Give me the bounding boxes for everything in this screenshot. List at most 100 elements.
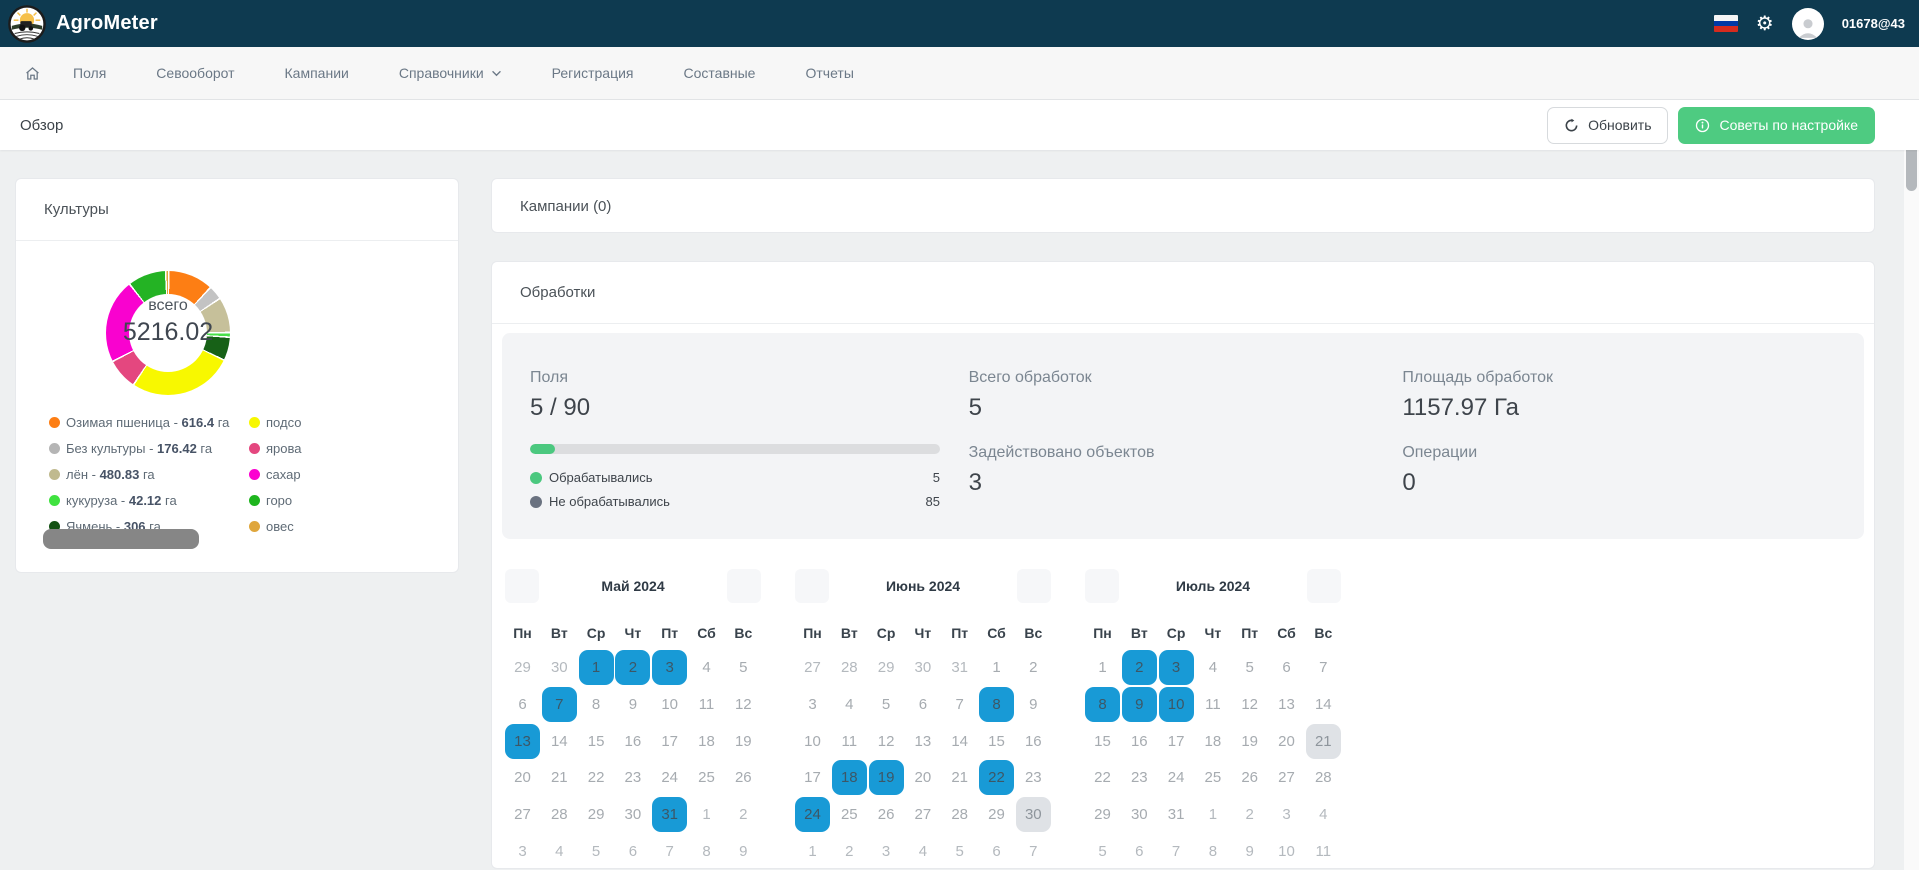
calendar-day[interactable]: 12 [869,724,904,759]
calendar-day[interactable]: 18 [1195,724,1230,759]
calendar-day[interactable]: 9 [726,834,761,869]
calendar-day[interactable]: 28 [942,797,977,832]
calendar-day[interactable]: 16 [1122,724,1157,759]
calendar-day[interactable]: 21 [942,760,977,795]
calendar-day[interactable]: 2 [726,797,761,832]
calendar-day[interactable]: 10 [1269,834,1304,869]
calendar-day[interactable]: 4 [832,687,867,722]
calendar-day[interactable]: 8 [1085,687,1120,722]
calendar-day[interactable]: 29 [1085,797,1120,832]
calendar-day[interactable]: 6 [615,834,650,869]
calendar-day[interactable]: 10 [795,724,830,759]
calendar-day[interactable]: 14 [542,724,577,759]
calendar-day[interactable]: 5 [1232,650,1267,685]
calendar-day[interactable]: 25 [832,797,867,832]
calendar-day[interactable]: 11 [832,724,867,759]
calendar-day[interactable]: 27 [505,797,540,832]
calendar-day[interactable]: 8 [1195,834,1230,869]
calendar-day[interactable]: 3 [869,834,904,869]
calendar-day[interactable]: 22 [579,760,614,795]
calendar-day[interactable]: 6 [505,687,540,722]
calendar-day[interactable]: 9 [1016,687,1051,722]
calendar-day[interactable]: 2 [615,650,650,685]
calendar-day[interactable]: 15 [979,724,1014,759]
calendar-day[interactable]: 30 [1016,797,1051,832]
calendar-day[interactable]: 23 [1122,760,1157,795]
brand[interactable]: AgroMeter [8,5,158,43]
calendar-day[interactable]: 23 [1016,760,1051,795]
menu-item-2[interactable]: Севооборот [156,65,234,81]
calendar-day[interactable]: 4 [905,834,940,869]
calendar-day[interactable]: 30 [615,797,650,832]
menu-item-4[interactable]: Справочники [399,65,502,81]
calendar-day[interactable]: 24 [652,760,687,795]
calendar-day[interactable]: 9 [1232,834,1267,869]
calendar-day[interactable]: 11 [1195,687,1230,722]
username-label[interactable]: 01678@43 [1842,16,1905,31]
calendar-day[interactable]: 12 [726,687,761,722]
setup-tips-button[interactable]: Советы по настройке [1678,107,1875,144]
calendar-day[interactable]: 31 [942,650,977,685]
calendar-day[interactable]: 15 [579,724,614,759]
calendar-day[interactable]: 8 [579,687,614,722]
calendar-day[interactable]: 19 [869,760,904,795]
menu-item-7[interactable]: Отчеты [805,65,853,81]
calendar-day[interactable]: 17 [1159,724,1194,759]
calendar-day[interactable]: 13 [905,724,940,759]
calendar-day[interactable]: 29 [505,650,540,685]
prev-month-button[interactable] [1085,569,1119,603]
calendar-day[interactable]: 2 [1016,650,1051,685]
calendar-day[interactable]: 2 [832,834,867,869]
calendar-day[interactable]: 1 [1195,797,1230,832]
calendar-day[interactable]: 25 [1195,760,1230,795]
refresh-button[interactable]: Обновить [1547,107,1668,144]
calendar-day[interactable]: 1 [579,650,614,685]
calendar-day[interactable]: 22 [1085,760,1120,795]
calendar-day[interactable]: 7 [652,834,687,869]
calendar-day[interactable]: 26 [726,760,761,795]
calendar-day[interactable]: 4 [1306,797,1341,832]
calendar-day[interactable]: 3 [1269,797,1304,832]
calendar-day[interactable]: 10 [652,687,687,722]
settings-gear-icon[interactable]: ⚙ [1756,14,1774,34]
calendar-day[interactable]: 15 [1085,724,1120,759]
calendar-day[interactable]: 6 [905,687,940,722]
calendar-day[interactable]: 7 [1016,834,1051,869]
calendar-day[interactable]: 3 [1159,650,1194,685]
calendar-day[interactable]: 30 [1122,797,1157,832]
calendar-day[interactable]: 12 [1232,687,1267,722]
calendar-day[interactable]: 30 [905,650,940,685]
calendar-day[interactable]: 8 [689,834,724,869]
home-icon[interactable] [24,65,41,82]
calendar-day[interactable]: 1 [979,650,1014,685]
language-flag-ru-icon[interactable] [1714,15,1738,32]
calendar-day[interactable]: 17 [652,724,687,759]
calendar-day[interactable]: 28 [832,650,867,685]
calendar-day[interactable]: 27 [1269,760,1304,795]
calendar-day[interactable]: 4 [1195,650,1230,685]
calendar-day[interactable]: 3 [652,650,687,685]
calendar-day[interactable]: 31 [652,797,687,832]
menu-item-5[interactable]: Регистрация [552,65,634,81]
calendar-day[interactable]: 9 [615,687,650,722]
calendar-day[interactable]: 7 [942,687,977,722]
prev-month-button[interactable] [795,569,829,603]
calendar-day[interactable]: 31 [1159,797,1194,832]
calendar-day[interactable]: 18 [832,760,867,795]
calendar-day[interactable]: 1 [689,797,724,832]
calendar-day[interactable]: 3 [795,687,830,722]
calendar-day[interactable]: 27 [905,797,940,832]
calendar-day[interactable]: 18 [689,724,724,759]
menu-item-6[interactable]: Составные [684,65,756,81]
calendar-day[interactable]: 28 [1306,760,1341,795]
calendar-day[interactable]: 20 [905,760,940,795]
calendar-day[interactable]: 7 [542,687,577,722]
menu-item-1[interactable]: Поля [73,65,106,81]
calendar-day[interactable]: 19 [1232,724,1267,759]
calendar-day[interactable]: 11 [1306,834,1341,869]
calendar-day[interactable]: 29 [579,797,614,832]
calendar-day[interactable]: 1 [795,834,830,869]
calendar-day[interactable]: 6 [1122,834,1157,869]
calendar-day[interactable]: 17 [795,760,830,795]
calendar-day[interactable]: 5 [1085,834,1120,869]
